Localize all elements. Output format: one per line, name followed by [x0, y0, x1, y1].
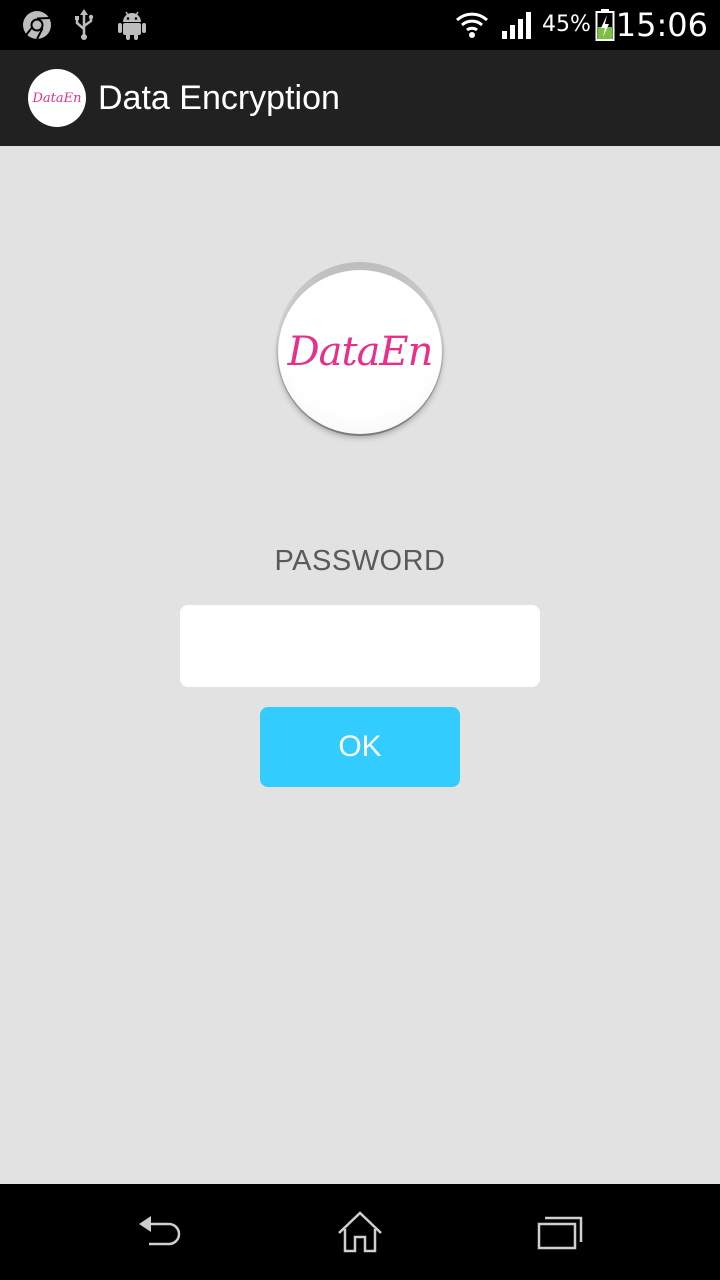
app-title: Data Encryption — [98, 79, 340, 117]
usb-icon — [70, 8, 98, 42]
chrome-icon — [20, 8, 54, 42]
app-logo-text: DataEn — [32, 90, 82, 106]
home-button[interactable] — [330, 1204, 390, 1260]
home-icon — [338, 1211, 382, 1253]
back-button[interactable] — [130, 1204, 190, 1260]
battery-percent: 45% — [542, 12, 591, 37]
battery-charging-icon — [594, 8, 616, 42]
ok-button[interactable]: OK — [260, 707, 460, 787]
action-bar: DataEn Data Encryption — [0, 50, 720, 146]
wifi-icon — [454, 8, 490, 42]
navigation-bar — [0, 1184, 720, 1280]
main-logo: DataEn — [276, 262, 444, 436]
signal-icon — [500, 8, 534, 42]
recents-button[interactable] — [530, 1204, 590, 1260]
app-logo[interactable]: DataEn — [28, 69, 86, 127]
recents-icon — [537, 1216, 583, 1250]
android-icon — [114, 8, 150, 42]
clock: 15:06 — [615, 6, 708, 44]
password-label: PASSWORD — [274, 545, 446, 577]
password-input[interactable] — [180, 605, 540, 687]
main-logo-face: DataEn — [278, 270, 442, 434]
back-icon — [139, 1216, 181, 1246]
main-logo-text: DataEn — [287, 329, 434, 375]
status-bar: 45% 15:06 — [0, 0, 720, 50]
